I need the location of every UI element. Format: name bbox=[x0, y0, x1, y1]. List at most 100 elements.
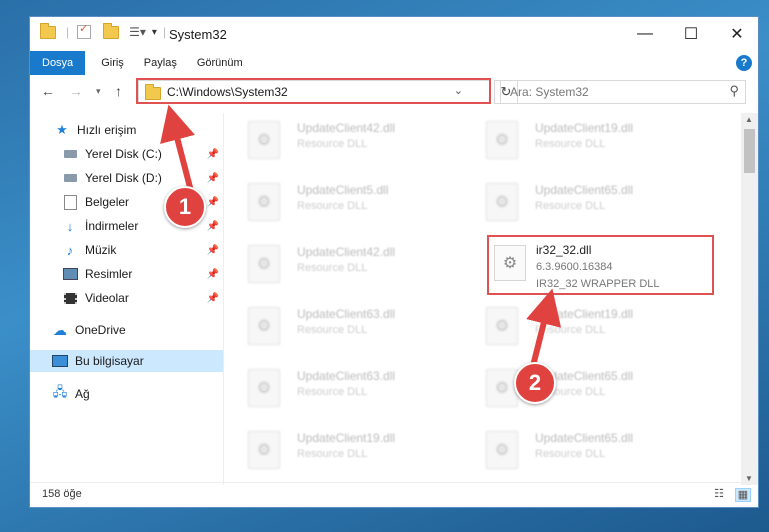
address-bar[interactable]: C:\Windows\System32 ⌄ bbox=[138, 80, 490, 104]
recent-locations-icon[interactable]: ▾ bbox=[96, 86, 101, 97]
dll-file-icon: ⚙ bbox=[248, 183, 280, 221]
file-item[interactable]: ⚙ UpdateClient19.dll Resource DLL bbox=[468, 113, 698, 167]
file-item[interactable]: ⚙ UpdateClient5.dll Resource DLL bbox=[230, 175, 460, 229]
pin-icon[interactable]: 📌 bbox=[207, 149, 219, 160]
cloud-icon: ☁ bbox=[53, 321, 67, 338]
nav-item-disk-c[interactable]: Yerel Disk (C:) 📌 bbox=[30, 143, 223, 165]
star-icon: ★ bbox=[56, 122, 68, 137]
item-count: 158 öğe bbox=[42, 488, 82, 500]
new-folder-icon[interactable] bbox=[103, 22, 120, 39]
dll-file-icon: ⚙ bbox=[248, 121, 280, 159]
file-item[interactable]: ⚙ UpdateClient65.dll Resource DLL bbox=[468, 175, 698, 229]
nav-item-onedrive[interactable]: ☁ OneDrive bbox=[30, 319, 223, 341]
nav-item-label: Hızlı erişim bbox=[77, 123, 137, 137]
nav-item-label: Resimler bbox=[85, 267, 133, 281]
tab-file[interactable]: Dosya bbox=[30, 51, 86, 75]
file-name: UpdateClient5.dll bbox=[297, 183, 389, 197]
file-description: Resource DLL bbox=[297, 138, 368, 150]
file-description: Resource DLL bbox=[297, 200, 368, 212]
customize-toolbar-icon[interactable]: ▾ bbox=[152, 27, 157, 38]
nav-item-label: Müzik bbox=[85, 243, 117, 257]
title-bar: | ✓ ☰▾ ▾ | System32 — ☐ ✕ bbox=[30, 17, 758, 51]
properties-icon[interactable]: ✓ bbox=[77, 23, 92, 39]
file-name: UpdateClient42.dll bbox=[297, 245, 396, 259]
address-path: C:\Windows\System32 bbox=[167, 85, 288, 99]
nav-item-quick-access[interactable]: ★ Hızlı erişim bbox=[30, 119, 223, 141]
search-icon: ⚲ bbox=[729, 83, 739, 98]
file-item[interactable]: ⚙ UpdateClient65.dll Resource DLL bbox=[468, 361, 698, 415]
explorer-window: | ✓ ☰▾ ▾ | System32 — ☐ ✕ Dosya Giriş Pa… bbox=[29, 16, 759, 508]
network-icon: 🖧 bbox=[52, 384, 68, 399]
nav-item-videos[interactable]: Videolar 📌 bbox=[30, 287, 223, 309]
search-input[interactable]: Ara: System32 ⚲ bbox=[500, 80, 746, 104]
pin-icon[interactable]: 📌 bbox=[207, 269, 219, 280]
file-highlight-box bbox=[487, 235, 714, 295]
file-name: UpdateClient65.dll bbox=[535, 431, 634, 445]
scroll-up-icon[interactable]: ▲ bbox=[745, 115, 753, 124]
file-name: UpdateClient65.dll bbox=[535, 183, 634, 197]
file-name: UpdateClient63.dll bbox=[297, 307, 396, 321]
step-1-badge: 1 bbox=[164, 186, 206, 228]
pin-icon[interactable]: 📌 bbox=[207, 197, 219, 208]
file-description: Resource DLL bbox=[535, 324, 606, 336]
file-name: UpdateClient19.dll bbox=[535, 307, 634, 321]
nav-item-this-pc[interactable]: Bu bilgisayar bbox=[30, 350, 223, 372]
nav-item-pictures[interactable]: Resimler 📌 bbox=[30, 263, 223, 285]
window-title: System32 bbox=[169, 27, 227, 42]
pin-icon[interactable]: 📌 bbox=[207, 293, 219, 304]
nav-item-label: İndirmeler bbox=[85, 219, 139, 233]
pin-icon[interactable]: 📌 bbox=[207, 173, 219, 184]
chevron-down-icon[interactable]: ⌄ bbox=[454, 84, 463, 97]
file-description: Resource DLL bbox=[535, 138, 606, 150]
file-item[interactable]: ⚙ UpdateClient63.dll Resource DLL bbox=[230, 299, 460, 353]
drive-icon bbox=[62, 171, 78, 185]
tab-share[interactable]: Paylaş bbox=[134, 51, 187, 75]
drive-icon bbox=[62, 147, 78, 161]
file-item[interactable]: ⚙ UpdateClient19.dll Resource DLL bbox=[468, 299, 698, 353]
maximize-button[interactable]: ☐ bbox=[668, 17, 714, 51]
view-options-icon[interactable]: ☰▾ bbox=[129, 25, 146, 39]
file-item[interactable]: ⚙ UpdateClient19.dll Resource DLL bbox=[230, 423, 460, 477]
back-arrow-icon[interactable]: ← bbox=[41, 83, 55, 99]
file-item[interactable]: ⚙ UpdateClient63.dll Resource DLL bbox=[230, 361, 460, 415]
file-list: ⚙ UpdateClient42.dll Resource DLL ⚙ Upda… bbox=[230, 113, 738, 485]
scroll-thumb[interactable] bbox=[744, 129, 755, 173]
file-description: Resource DLL bbox=[297, 262, 368, 274]
pin-icon[interactable]: 📌 bbox=[207, 245, 219, 256]
forward-arrow-icon[interactable]: → bbox=[69, 83, 83, 99]
tab-view[interactable]: Görünüm bbox=[187, 51, 253, 75]
up-arrow-icon[interactable]: ↑ bbox=[115, 83, 122, 99]
quick-access-toolbar: | ✓ ☰▾ ▾ | bbox=[40, 22, 166, 39]
nav-item-disk-d[interactable]: Yerel Disk (D:) 📌 bbox=[30, 167, 223, 189]
computer-icon bbox=[52, 354, 68, 368]
tiles-view-icon[interactable]: ▦ bbox=[735, 488, 751, 502]
file-item[interactable]: ⚙ UpdateClient42.dll Resource DLL bbox=[230, 237, 460, 291]
dll-file-icon: ⚙ bbox=[486, 369, 518, 407]
file-name: UpdateClient19.dll bbox=[297, 431, 396, 445]
file-description: Resource DLL bbox=[297, 386, 368, 398]
file-item[interactable]: ⚙ UpdateClient42.dll Resource DLL bbox=[230, 113, 460, 167]
dll-file-icon: ⚙ bbox=[486, 307, 518, 345]
nav-item-label: Videolar bbox=[85, 291, 129, 305]
vertical-scrollbar[interactable]: ▲ ▼ bbox=[741, 113, 758, 485]
pane-divider bbox=[223, 113, 224, 485]
nav-item-label: Belgeler bbox=[85, 195, 130, 209]
help-icon[interactable]: ? bbox=[736, 55, 752, 71]
pin-icon[interactable]: 📌 bbox=[207, 221, 219, 232]
videos-icon bbox=[62, 291, 78, 305]
file-item[interactable]: ⚙ UpdateClient65.dll Resource DLL bbox=[468, 423, 698, 477]
file-name: UpdateClient63.dll bbox=[297, 369, 396, 383]
dll-file-icon: ⚙ bbox=[248, 431, 280, 469]
details-view-icon[interactable]: ☷ bbox=[712, 488, 726, 500]
address-row: ← → ▾ ↑ C:\Windows\System32 ⌄ ↻ Ara: Sys… bbox=[30, 75, 758, 109]
minimize-button[interactable]: — bbox=[622, 17, 668, 51]
step-2-badge: 2 bbox=[514, 362, 556, 404]
close-button[interactable]: ✕ bbox=[714, 17, 760, 51]
tab-home[interactable]: Giriş bbox=[85, 51, 134, 75]
nav-item-label: OneDrive bbox=[75, 323, 126, 337]
pictures-icon bbox=[62, 267, 78, 281]
nav-item-music[interactable]: ♪ Müzik 📌 bbox=[30, 239, 223, 261]
folder-icon bbox=[40, 22, 56, 39]
nav-item-label: Yerel Disk (C:) bbox=[85, 147, 162, 161]
nav-item-network[interactable]: 🖧 Ağ bbox=[30, 383, 223, 405]
